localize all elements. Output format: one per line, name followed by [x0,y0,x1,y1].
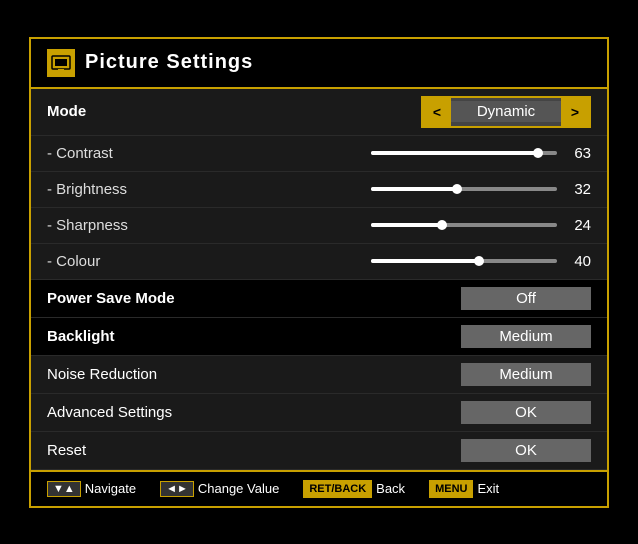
slider-1[interactable]: 32 [371,181,591,198]
panel-header: Picture Settings [31,39,607,89]
slider-row-1: - Brightness 32 [31,172,607,208]
option-label-4: Reset [47,442,307,459]
navigate-label: Navigate [85,481,136,496]
mode-left-arrow[interactable]: < [423,98,451,126]
option-btn-0[interactable]: Off [461,287,591,310]
mode-row: Mode < Dynamic > [31,89,607,136]
change-keys: ◄► [160,481,194,497]
slider-track-2 [371,223,557,227]
option-label-1: Backlight [47,328,307,345]
option-rows: Power Save Mode Off Backlight Medium Noi… [31,280,607,470]
slider-label-1: - Brightness [47,181,307,198]
slider-num-1: 32 [567,181,591,198]
slider-0[interactable]: 63 [371,145,591,162]
option-value-area-3: OK [307,401,591,424]
change-label: Change Value [198,481,279,496]
option-value-area-4: OK [307,439,591,462]
slider-thumb-1 [452,184,462,194]
slider-3[interactable]: 40 [371,253,591,270]
panel-title: Picture Settings [85,51,253,74]
option-label-3: Advanced Settings [47,404,307,421]
option-row-3: Advanced Settings OK [31,394,607,432]
navigate-hint: ▼▲ Navigate [47,481,136,497]
picture-settings-panel: Picture Settings Mode < Dynamic > - Cont… [29,37,609,508]
slider-track-3 [371,259,557,263]
slider-rows: - Contrast 63 - Brightness [31,136,607,280]
slider-thumb-2 [437,220,447,230]
option-row-2: Noise Reduction Medium [31,356,607,394]
mode-right-arrow[interactable]: > [561,98,589,126]
mode-label: Mode [47,103,307,120]
slider-value-area-0: 63 [307,145,591,162]
mode-value: < Dynamic > [307,96,591,128]
mode-selector[interactable]: < Dynamic > [421,96,591,128]
slider-num-3: 40 [567,253,591,270]
panel-icon [47,49,75,77]
back-key: RET/BACK [303,480,372,498]
option-label-2: Noise Reduction [47,366,307,383]
back-hint: RET/BACK Back [303,480,405,498]
option-btn-1[interactable]: Medium [461,325,591,348]
exit-hint: MENU Exit [429,480,499,498]
option-row-0: Power Save Mode Off [31,280,607,318]
slider-track-1 [371,187,557,191]
slider-fill-3 [371,259,479,263]
change-hint: ◄► Change Value [160,481,279,497]
screen: Picture Settings Mode < Dynamic > - Cont… [0,0,638,544]
slider-label-0: - Contrast [47,145,307,162]
slider-value-area-3: 40 [307,253,591,270]
slider-row-3: - Colour 40 [31,244,607,280]
option-row-1: Backlight Medium [31,318,607,356]
slider-label-2: - Sharpness [47,217,307,234]
navigate-keys: ▼▲ [47,481,81,497]
option-btn-2[interactable]: Medium [461,363,591,386]
option-value-area-0: Off [307,287,591,310]
option-row-4: Reset OK [31,432,607,470]
panel-footer: ▼▲ Navigate ◄► Change Value RET/BACK Bac… [31,470,607,506]
slider-thumb-0 [533,148,543,158]
slider-fill-0 [371,151,538,155]
exit-label: Exit [477,481,499,496]
option-label-0: Power Save Mode [47,290,307,307]
option-btn-4[interactable]: OK [461,439,591,462]
slider-fill-2 [371,223,442,227]
slider-row-2: - Sharpness 24 [31,208,607,244]
menu-key: MENU [429,480,473,498]
slider-value-area-2: 24 [307,217,591,234]
back-label: Back [376,481,405,496]
slider-num-0: 63 [567,145,591,162]
slider-2[interactable]: 24 [371,217,591,234]
slider-track-0 [371,151,557,155]
slider-fill-1 [371,187,457,191]
slider-num-2: 24 [567,217,591,234]
option-value-area-1: Medium [307,325,591,348]
slider-row-0: - Contrast 63 [31,136,607,172]
panel-body: Mode < Dynamic > - Contrast [31,89,607,470]
option-btn-3[interactable]: OK [461,401,591,424]
mode-text: Dynamic [451,101,561,122]
slider-value-area-1: 32 [307,181,591,198]
slider-thumb-3 [474,256,484,266]
slider-label-3: - Colour [47,253,307,270]
option-value-area-2: Medium [307,363,591,386]
